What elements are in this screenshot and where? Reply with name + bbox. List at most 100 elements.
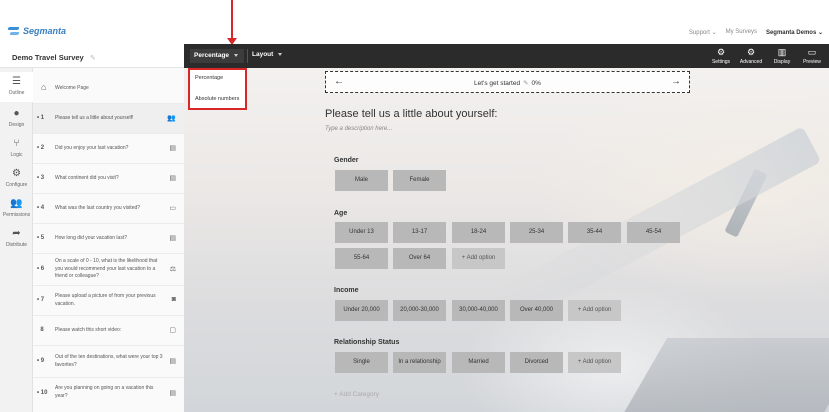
list-icon: ▤: [169, 390, 176, 397]
question-number: • 9: [37, 358, 45, 364]
rail-label: Permissions: [2, 212, 31, 218]
option-button[interactable]: 55-64: [335, 248, 388, 269]
list-icon: ▤: [169, 235, 176, 242]
question-title[interactable]: Please tell us a little about yourself:: [325, 108, 497, 120]
layout-dropdown[interactable]: Layout: [252, 51, 283, 58]
question-number: • 2: [37, 145, 45, 151]
percentage-dropdown[interactable]: Percentage: [190, 49, 245, 63]
survey-title[interactable]: Demo Travel Survey: [12, 53, 84, 62]
background-wing-base: [620, 338, 829, 412]
percentage-dropdown-menu: Percentage Absolute numbers: [188, 68, 247, 110]
option-button[interactable]: Male: [335, 170, 388, 191]
option-button[interactable]: Single: [335, 352, 388, 373]
list-item[interactable]: • 7 Please upload a picture of from your…: [33, 286, 184, 316]
option-button[interactable]: Over 40,000: [510, 300, 563, 321]
menu-item-absolute-numbers[interactable]: Absolute numbers: [195, 96, 239, 102]
list-item[interactable]: • 5 How long did your vacation last? ▤: [33, 224, 184, 254]
option-button[interactable]: In a relationship: [393, 352, 446, 373]
text-icon: ▭: [169, 205, 176, 212]
pencil-icon[interactable]: ✎: [90, 55, 96, 62]
pencil-icon[interactable]: ✎: [523, 80, 528, 87]
category-label[interactable]: Income: [334, 287, 359, 294]
option-button[interactable]: Female: [393, 170, 446, 191]
category-label[interactable]: Age: [334, 210, 347, 217]
question-text: Please watch this short video:: [55, 327, 122, 333]
gears-icon: ⚙: [746, 47, 756, 57]
video-icon: ▢: [169, 327, 176, 334]
list-item[interactable]: • 2 Did you enjoy your last vacation? ▤: [33, 134, 184, 164]
question-text: How long did your vacation last?: [55, 235, 127, 241]
add-category-button[interactable]: + Add Category: [334, 391, 379, 398]
list-item[interactable]: • 4 What was the last country you visite…: [33, 194, 184, 224]
annotation-arrow: [231, 0, 233, 40]
top-links: Support ⌄ My Surveys Segmanta Demos ⌄: [689, 29, 823, 36]
scale-icon: ⚖: [169, 266, 176, 273]
option-button[interactable]: 45-54: [627, 222, 680, 243]
arrow-right-icon[interactable]: →: [671, 76, 681, 87]
question-text: Out of the ten destinations, what were y…: [55, 354, 163, 368]
option-button[interactable]: 25-34: [510, 222, 563, 243]
people-icon: 👥: [10, 198, 23, 209]
list-item[interactable]: • 6 On a scale of 0 - 10, what is the li…: [33, 254, 184, 286]
option-button[interactable]: Under 13: [335, 222, 388, 243]
list-item[interactable]: • 10 Are you planning on going on a vaca…: [33, 378, 184, 412]
preview-button[interactable]: ▭ Preview: [798, 47, 826, 65]
category-label[interactable]: Gender: [334, 157, 359, 164]
list-item[interactable]: • 1 Please tell us a little about yourse…: [33, 104, 184, 134]
account-menu[interactable]: Segmanta Demos ⌄: [766, 29, 823, 36]
question-number: • 3: [37, 175, 45, 181]
caret-down-icon: [278, 52, 283, 56]
category-label[interactable]: Relationship Status: [334, 339, 399, 346]
question-number: • 10: [37, 390, 48, 396]
my-surveys-link[interactable]: My Surveys: [726, 29, 757, 36]
question-number: 8: [40, 327, 44, 333]
gear-icon: ⚙: [12, 168, 21, 179]
rail-item-logic[interactable]: ⑂ Logic: [0, 134, 33, 164]
add-option-button[interactable]: + Add option: [568, 300, 621, 321]
option-button[interactable]: 18-24: [452, 222, 505, 243]
rail-item-configure[interactable]: ⚙ Configure: [0, 164, 33, 194]
list-item-welcome[interactable]: ⌂ Welcome Page: [33, 68, 184, 104]
monitor-icon: ▭: [807, 47, 817, 57]
question-text: What continent did you visit?: [55, 175, 119, 181]
progress-label[interactable]: Let's get started: [474, 80, 520, 87]
option-button[interactable]: 30,000-40,000: [452, 300, 505, 321]
editor-toolbar: Percentage Layout ⚙ Settings ⚙ Advanced …: [184, 44, 829, 68]
advanced-label: Advanced: [739, 59, 763, 65]
option-button[interactable]: Over 64: [393, 248, 446, 269]
option-button[interactable]: 13-17: [393, 222, 446, 243]
option-button[interactable]: 20,000-30,000: [393, 300, 446, 321]
advanced-button[interactable]: ⚙ Advanced: [737, 47, 765, 65]
survey-title-row: Demo Travel Survey ✎: [0, 44, 184, 68]
option-button[interactable]: Under 20,000: [335, 300, 388, 321]
question-number: • 5: [37, 235, 45, 241]
settings-label: Settings: [711, 59, 731, 65]
rail-item-permissions[interactable]: 👥 Permissions: [0, 194, 33, 224]
option-button[interactable]: Divorced: [510, 352, 563, 373]
rail-label: Distribute: [5, 242, 28, 248]
rail-item-outline[interactable]: ☰ Outline: [0, 72, 33, 102]
option-button[interactable]: Married: [452, 352, 505, 373]
add-option-button[interactable]: + Add option: [568, 352, 621, 373]
list-item[interactable]: • 3 What continent did you visit? ▤: [33, 164, 184, 194]
rail-label: Outline: [8, 90, 25, 96]
rail-item-design[interactable]: ● Design: [0, 104, 33, 134]
display-button[interactable]: ▥ Display: [768, 47, 796, 65]
option-button[interactable]: 35-44: [568, 222, 621, 243]
list-icon: ▤: [169, 145, 176, 152]
rail-item-distribute[interactable]: ➦ Distribute: [0, 224, 33, 254]
question-description[interactable]: Type a description here...: [325, 126, 392, 132]
progress-bar: ← Let's get started ✎ 0% →: [325, 71, 690, 93]
support-link[interactable]: Support ⌄: [689, 29, 717, 36]
home-icon: ⌂: [41, 82, 47, 92]
preview-label: Preview: [803, 59, 821, 65]
rail-label: Logic: [10, 152, 23, 158]
display-label: Display: [773, 59, 791, 65]
settings-button[interactable]: ⚙ Settings: [707, 47, 735, 65]
segmanta-logo[interactable]: Segmanta: [8, 26, 66, 36]
list-item[interactable]: 8 Please watch this short video: ▢: [33, 316, 184, 346]
add-option-button[interactable]: + Add option: [452, 248, 505, 269]
drop-icon: ●: [13, 108, 20, 119]
menu-item-percentage[interactable]: Percentage: [195, 75, 223, 81]
list-item[interactable]: • 9 Out of the ten destinations, what we…: [33, 346, 184, 378]
